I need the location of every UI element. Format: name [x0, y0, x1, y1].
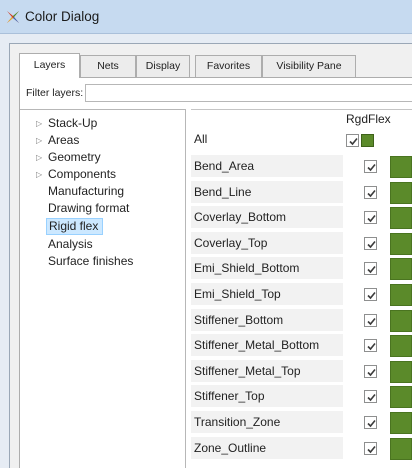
tab-strip: Layers Nets Display Favorites Visibility… — [19, 53, 412, 78]
checkmark-icon — [367, 342, 376, 351]
tree-item-label: Stack-Up — [48, 116, 98, 130]
checkmark-icon — [367, 240, 376, 249]
tree-item-components[interactable]: ▷ Components — [20, 166, 184, 183]
layer-visibility-checkbox[interactable] — [364, 339, 377, 352]
filter-layers-input[interactable] — [85, 84, 412, 102]
tree-item-label: Geometry — [48, 150, 101, 164]
layer-row-name: Bend_Line — [191, 181, 343, 204]
all-row-label: All — [194, 132, 208, 146]
tree-item-label: Analysis — [48, 237, 93, 251]
tab-display[interactable]: Display — [136, 55, 190, 77]
layer-color-swatch[interactable] — [390, 258, 412, 280]
layer-row-name: Emi_Shield_Bottom — [191, 257, 343, 280]
expand-arrow-icon[interactable]: ▷ — [36, 132, 46, 149]
layer-color-swatch[interactable] — [390, 156, 412, 178]
layers-panel: Filter layers: ▷ Stack-Up ▷ Areas ▷ Geom… — [19, 78, 412, 468]
layer-visibility-checkbox[interactable] — [364, 442, 377, 455]
layer-color-swatch[interactable] — [390, 361, 412, 383]
layer-row-name: Stiffener_Top — [191, 385, 343, 408]
layer-color-swatch[interactable] — [390, 386, 412, 408]
layer-visibility-checkbox[interactable] — [364, 211, 377, 224]
all-color-swatch[interactable] — [361, 134, 374, 147]
layer-visibility-checkbox[interactable] — [364, 390, 377, 403]
layer-color-swatch[interactable] — [390, 438, 412, 460]
checkmark-icon — [367, 445, 376, 454]
checkmark-icon — [349, 137, 358, 146]
tree-item-label: Surface finishes — [48, 254, 134, 268]
layer-category-tree[interactable]: ▷ Stack-Up ▷ Areas ▷ Geometry ▷ Componen… — [20, 109, 186, 468]
filter-layers-label: Filter layers: — [26, 87, 84, 99]
layer-color-swatch[interactable] — [390, 310, 412, 332]
column-header-rgdflex: RgdFlex — [346, 112, 391, 126]
tree-item-stack-up[interactable]: ▷ Stack-Up — [20, 115, 184, 132]
layer-color-swatch[interactable] — [390, 182, 412, 204]
title-bar[interactable]: Color Dialog — [0, 0, 412, 34]
layer-visibility-checkbox[interactable] — [364, 237, 377, 250]
checkmark-icon — [367, 317, 376, 326]
checkmark-icon — [367, 368, 376, 377]
layer-visibility-checkbox[interactable] — [364, 186, 377, 199]
tree-item-label: Rigid flex — [46, 218, 104, 235]
tree-item-surface-finishes[interactable]: Surface finishes — [20, 253, 184, 270]
tree-item-label: Areas — [48, 133, 80, 147]
checkmark-icon — [367, 419, 376, 428]
layer-row-name: Emi_Shield_Top — [191, 283, 343, 306]
layer-row-name: Coverlay_Bottom — [191, 206, 343, 229]
tree-item-rigid-flex[interactable]: Rigid flex — [20, 218, 184, 235]
layer-row-name: Bend_Area — [191, 155, 343, 178]
tree-item-drawing-format[interactable]: Drawing format — [20, 200, 184, 217]
layer-visibility-checkbox[interactable] — [364, 288, 377, 301]
tab-nets[interactable]: Nets — [80, 55, 136, 77]
layer-color-swatch[interactable] — [390, 207, 412, 229]
layer-color-swatch[interactable] — [390, 284, 412, 306]
checkmark-icon — [367, 189, 376, 198]
layer-row-name: Transition_Zone — [191, 411, 343, 434]
layer-row-name: Stiffener_Bottom — [191, 309, 343, 332]
tree-item-geometry[interactable]: ▷ Geometry — [20, 149, 184, 166]
layer-color-swatch[interactable] — [390, 412, 412, 434]
layer-row-name: Stiffener_Metal_Bottom — [191, 334, 343, 357]
tab-favorites[interactable]: Favorites — [195, 55, 262, 77]
dialog-body: Layers Nets Display Favorites Visibility… — [9, 43, 412, 468]
layer-visibility-checkbox[interactable] — [364, 365, 377, 378]
checkmark-icon — [367, 291, 376, 300]
tree-item-areas[interactable]: ▷ Areas — [20, 132, 184, 149]
checkmark-icon — [367, 265, 376, 274]
window-frame: Layers Nets Display Favorites Visibility… — [0, 34, 412, 468]
layer-row-name: Zone_Outline — [191, 437, 343, 460]
expand-arrow-icon[interactable]: ▷ — [36, 115, 46, 132]
tree-item-analysis[interactable]: Analysis — [20, 236, 184, 253]
layer-color-swatch[interactable] — [390, 335, 412, 357]
expand-arrow-icon[interactable]: ▷ — [36, 149, 46, 166]
layer-color-swatch[interactable] — [390, 233, 412, 255]
tree-item-label: Manufacturing — [48, 184, 125, 198]
tab-layers[interactable]: Layers — [19, 53, 80, 78]
expand-arrow-icon[interactable]: ▷ — [36, 166, 46, 183]
all-visibility-checkbox[interactable] — [346, 134, 359, 147]
color-dialog-icon — [5, 9, 21, 25]
layer-visibility-checkbox[interactable] — [364, 416, 377, 429]
tree-item-label: Components — [48, 167, 117, 181]
tree-item-manufacturing[interactable]: Manufacturing — [20, 183, 184, 200]
window-title: Color Dialog — [25, 9, 100, 24]
layer-visibility-checkbox[interactable] — [364, 160, 377, 173]
layer-row-name: Stiffener_Metal_Top — [191, 360, 343, 383]
checkmark-icon — [367, 393, 376, 402]
tab-visibility-pane[interactable]: Visibility Pane — [262, 55, 356, 77]
checkmark-icon — [367, 214, 376, 223]
layer-visibility-checkbox[interactable] — [364, 314, 377, 327]
checkmark-icon — [367, 163, 376, 172]
tree-item-label: Drawing format — [48, 201, 130, 215]
layer-row-name: Coverlay_Top — [191, 232, 343, 255]
layer-grid: RgdFlex All Bend_Area Bend_Line Coverlay_B… — [191, 109, 412, 468]
layer-visibility-checkbox[interactable] — [364, 262, 377, 275]
